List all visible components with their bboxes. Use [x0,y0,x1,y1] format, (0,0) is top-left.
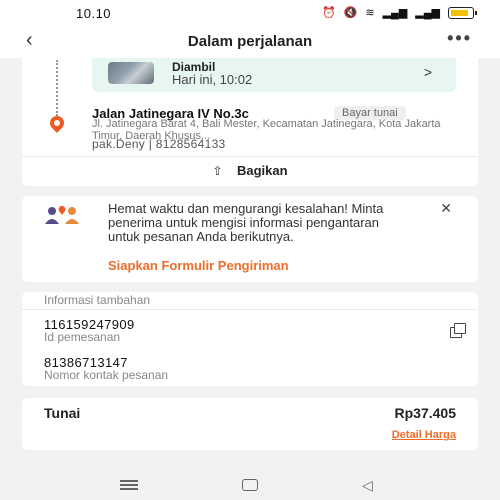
signal-icon: ▂▄▆ [415,7,440,19]
status-time: 10.10 [76,6,112,21]
total-card: Tunai Rp37.405 Detail Harga [22,398,478,450]
status-bar: 10.10 ⏰ 🔇 ≋ ▂▄▆ ▂▄▆ [0,0,500,26]
people-location-icon [45,206,79,224]
copy-icon[interactable] [448,323,466,338]
chevron-right-icon: > [423,64,432,80]
info-card: Informasi tambahan 116159247909 Id pemes… [22,292,478,386]
app-header: ‹ Dalam perjalanan ••• [0,26,500,58]
share-label: Bagikan [236,163,288,178]
promo-card: Hemat waktu dan mengurangi kesalahan! Mi… [22,196,478,282]
pickup-photo[interactable] [108,62,154,84]
close-icon[interactable]: ✕ [440,200,452,217]
promo-text: Hemat waktu dan mengurangi kesalahan! Mi… [108,201,384,244]
route-card: Diambil Hari ini, 10:02 > Jalan Jatinega… [22,58,478,186]
pickup-time: Hari ini, 10:02 [172,72,253,87]
recents-icon[interactable] [120,480,138,490]
wifi-icon: ≋ [365,7,375,19]
share-button[interactable]: ⇧ Bagikan [22,162,478,182]
total-amount: Rp37.405 [394,405,456,421]
price-detail-link[interactable]: Detail Harga [392,429,456,441]
signal-icon: ▂▄▆ [382,7,408,19]
info-header: Informasi tambahan [22,292,478,310]
battery-icon [448,7,477,19]
nav-back-icon[interactable]: ◁ [362,477,373,494]
alarm-icon: ⏰ [321,7,336,19]
page-title: Dalam perjalanan [187,33,313,50]
divider [22,156,478,157]
order-id-label: Id pemesanan [44,330,121,344]
status-icons: ⏰ 🔇 ≋ ▂▄▆ ▂▄▆ [321,5,477,21]
home-icon[interactable] [242,479,258,491]
contact-number-label: Nomor kontak pesanan [44,368,169,382]
system-nav-bar: ◁ [0,472,500,500]
payment-method: Tunai [44,405,81,421]
location-pin-icon [47,113,67,133]
mute-icon: 🔇 [343,7,358,19]
prepare-form-link[interactable]: Siapkan Formulir Pengiriman [108,258,289,273]
more-options-icon[interactable]: ••• [447,28,472,49]
destination-contact: pak.Deny | 8128564133 [92,137,226,151]
pickup-status-button[interactable]: Diambil Hari ini, 10:02 > [92,58,456,92]
share-icon: ⇧ [212,164,223,178]
timeline-line [56,60,58,116]
